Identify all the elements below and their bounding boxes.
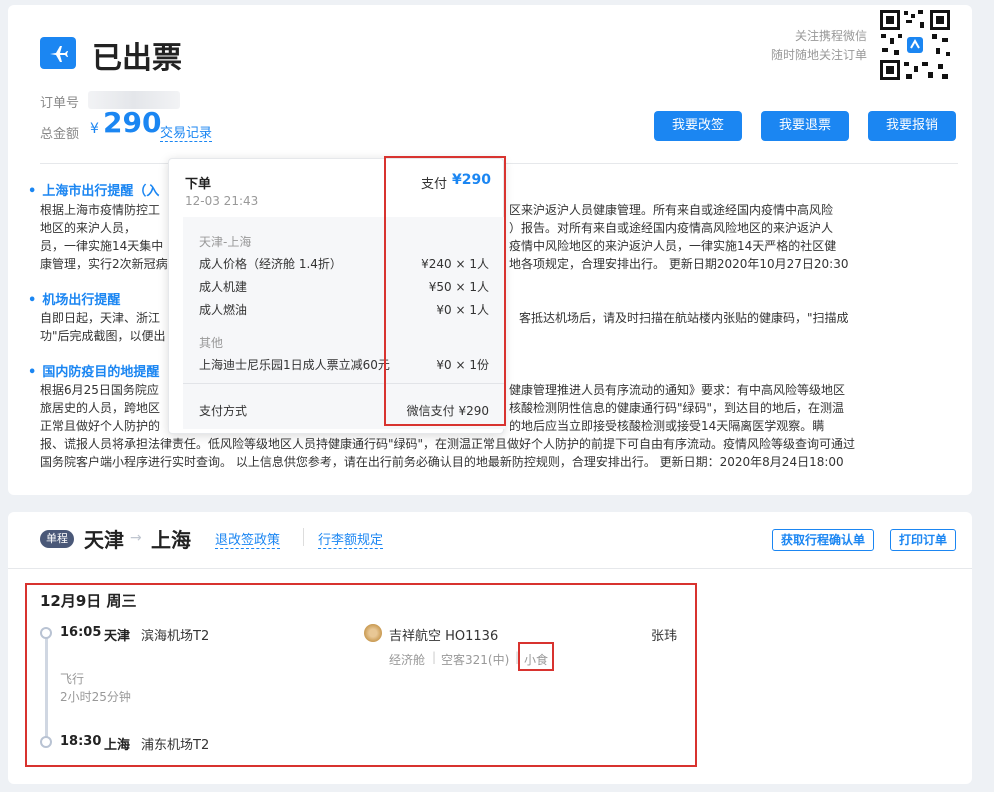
follow-line-1: 关注携程微信	[794, 29, 867, 43]
popup-order-time: 12-03 21:43	[185, 194, 259, 208]
ticket-status-title: 已出票	[92, 41, 182, 76]
notice-body-shanghai-left: 根据上海市疫情防控工 地区的来沪人员， 员，一律实施14天集中 康管理，实行2次…	[40, 201, 168, 273]
notice-body-airport-left: 自即日起，天津、浙江 功"后完成截图，以便出	[40, 309, 166, 345]
popup-other-title: 其他	[199, 336, 224, 350]
reimburse-button[interactable]: 我要报销	[868, 111, 956, 141]
trip-type-badge: 单程	[40, 530, 74, 548]
notice-line: 自即日起，天津、浙江	[40, 311, 161, 325]
link-separator	[303, 528, 304, 546]
price-item-label: 成人价格（经济舱 1.4折）	[199, 257, 342, 271]
notice-line: 健康管理推进人员有序流动的通知》要求：有中高风险等级地区	[509, 383, 846, 397]
follow-line-2: 随时随地关注订单	[770, 48, 867, 62]
notice-line: 功"后完成截图，以便出	[40, 329, 166, 343]
notice-body-airport-right: 客抵达机场后，请及时扫描在航站楼内张贴的健康码，"扫描成	[519, 309, 849, 327]
notice-title-airport[interactable]: 机场出行提醒	[28, 289, 120, 308]
popup-order-label: 下单	[185, 177, 212, 192]
popup-route-title: 天津-上海	[199, 235, 252, 249]
notice-line: 国务院客户端小程序进行实时查询。 以上信息供您参考，请在出行前务必确认目的地最新…	[40, 455, 844, 469]
notice-line: ）报告。对所有来自或途经国内疫情高风险地区的来沪返沪人	[509, 221, 834, 235]
notice-line: 客抵达机场后，请及时扫描在航站楼内张贴的健康码，"扫描成	[519, 311, 849, 325]
total-amount-value: 290	[103, 106, 162, 139]
currency-symbol: ¥	[90, 121, 99, 137]
highlight-box-flight	[25, 583, 697, 767]
notice-line: 地各项规定，合理安排出行。 更新日期2020年10月27日20:30	[509, 257, 849, 271]
change-refund-policy-link[interactable]: 退改签政策	[215, 529, 281, 549]
notice-line: 的地后应当立即接受核酸检测或接受14天隔离医学观察。瞒	[509, 419, 825, 433]
highlight-box-payment	[384, 156, 506, 426]
trip-header-divider	[8, 568, 972, 569]
route-to-city: 上海	[151, 528, 191, 552]
notice-line: 康管理，实行2次新冠病	[40, 257, 168, 271]
flight-ticket-icon	[40, 37, 76, 69]
notice-line: 根据上海市疫情防控工	[40, 203, 161, 217]
order-number-label: 订单号	[40, 96, 80, 111]
notice-title-destination[interactable]: 国内防疫目的地提醒	[28, 361, 159, 380]
route-from-city: 天津	[84, 528, 124, 552]
route-arrow-icon: →	[130, 530, 142, 546]
flight-detail-card: 单程 天津 → 上海 退改签政策 行李额规定 获取行程确认单 打印订单 12月9…	[8, 512, 972, 784]
baggage-rule-link[interactable]: 行李额规定	[318, 529, 384, 549]
notice-line: 核酸检测阴性信息的健康通行码"绿码"，到达目的地后，在测温	[509, 401, 845, 415]
change-ticket-button[interactable]: 我要改签	[654, 111, 742, 141]
notice-body-shanghai-right: 区来沪返沪人员健康管理。所有来自或途经国内疫情中高风险 ）报告。对所有来自或途经…	[509, 201, 848, 273]
notice-line: 疫情中风险地区的来沪返沪人员，一律实施14天严格的社区健	[509, 239, 837, 253]
price-item-label: 成人机建	[199, 280, 248, 294]
qr-code-icon	[878, 8, 952, 82]
print-order-button[interactable]: 打印订单	[890, 529, 956, 551]
total-amount-label: 总金额	[40, 127, 80, 142]
notice-line: 区来沪返沪人员健康管理。所有来自或途经国内疫情中高风险	[509, 203, 834, 217]
notice-line: 员，一律实施14天集中	[40, 239, 164, 253]
order-summary-card: 已出票 关注携程微信 随时随地关注订单 订单号 总金额 ¥ 290 交易记录 我…	[8, 5, 972, 495]
pay-method-label: 支付方式	[199, 404, 248, 418]
wechat-follow-text: 关注携程微信 随时随地关注订单	[771, 27, 867, 65]
notice-body-destination-right: 健康管理推进人员有序流动的通知》要求：有中高风险等级地区 核酸检测阴性信息的健康…	[509, 381, 845, 435]
other-item-label: 上海迪士尼乐园1日成人票立减60元	[199, 358, 390, 372]
notice-line: 报、谎报人员将承担法律责任。低风险等级地区人员持健康通行码"绿码"，在测温正常且…	[40, 437, 856, 451]
notice-line: 地区的来沪人员，	[40, 221, 137, 235]
notice-title-shanghai[interactable]: 上海市出行提醒（入	[28, 180, 159, 199]
get-itinerary-button[interactable]: 获取行程确认单	[772, 529, 874, 551]
trade-record-link[interactable]: 交易记录	[160, 122, 213, 142]
refund-ticket-button[interactable]: 我要退票	[761, 111, 849, 141]
price-item-label: 成人燃油	[199, 303, 248, 317]
